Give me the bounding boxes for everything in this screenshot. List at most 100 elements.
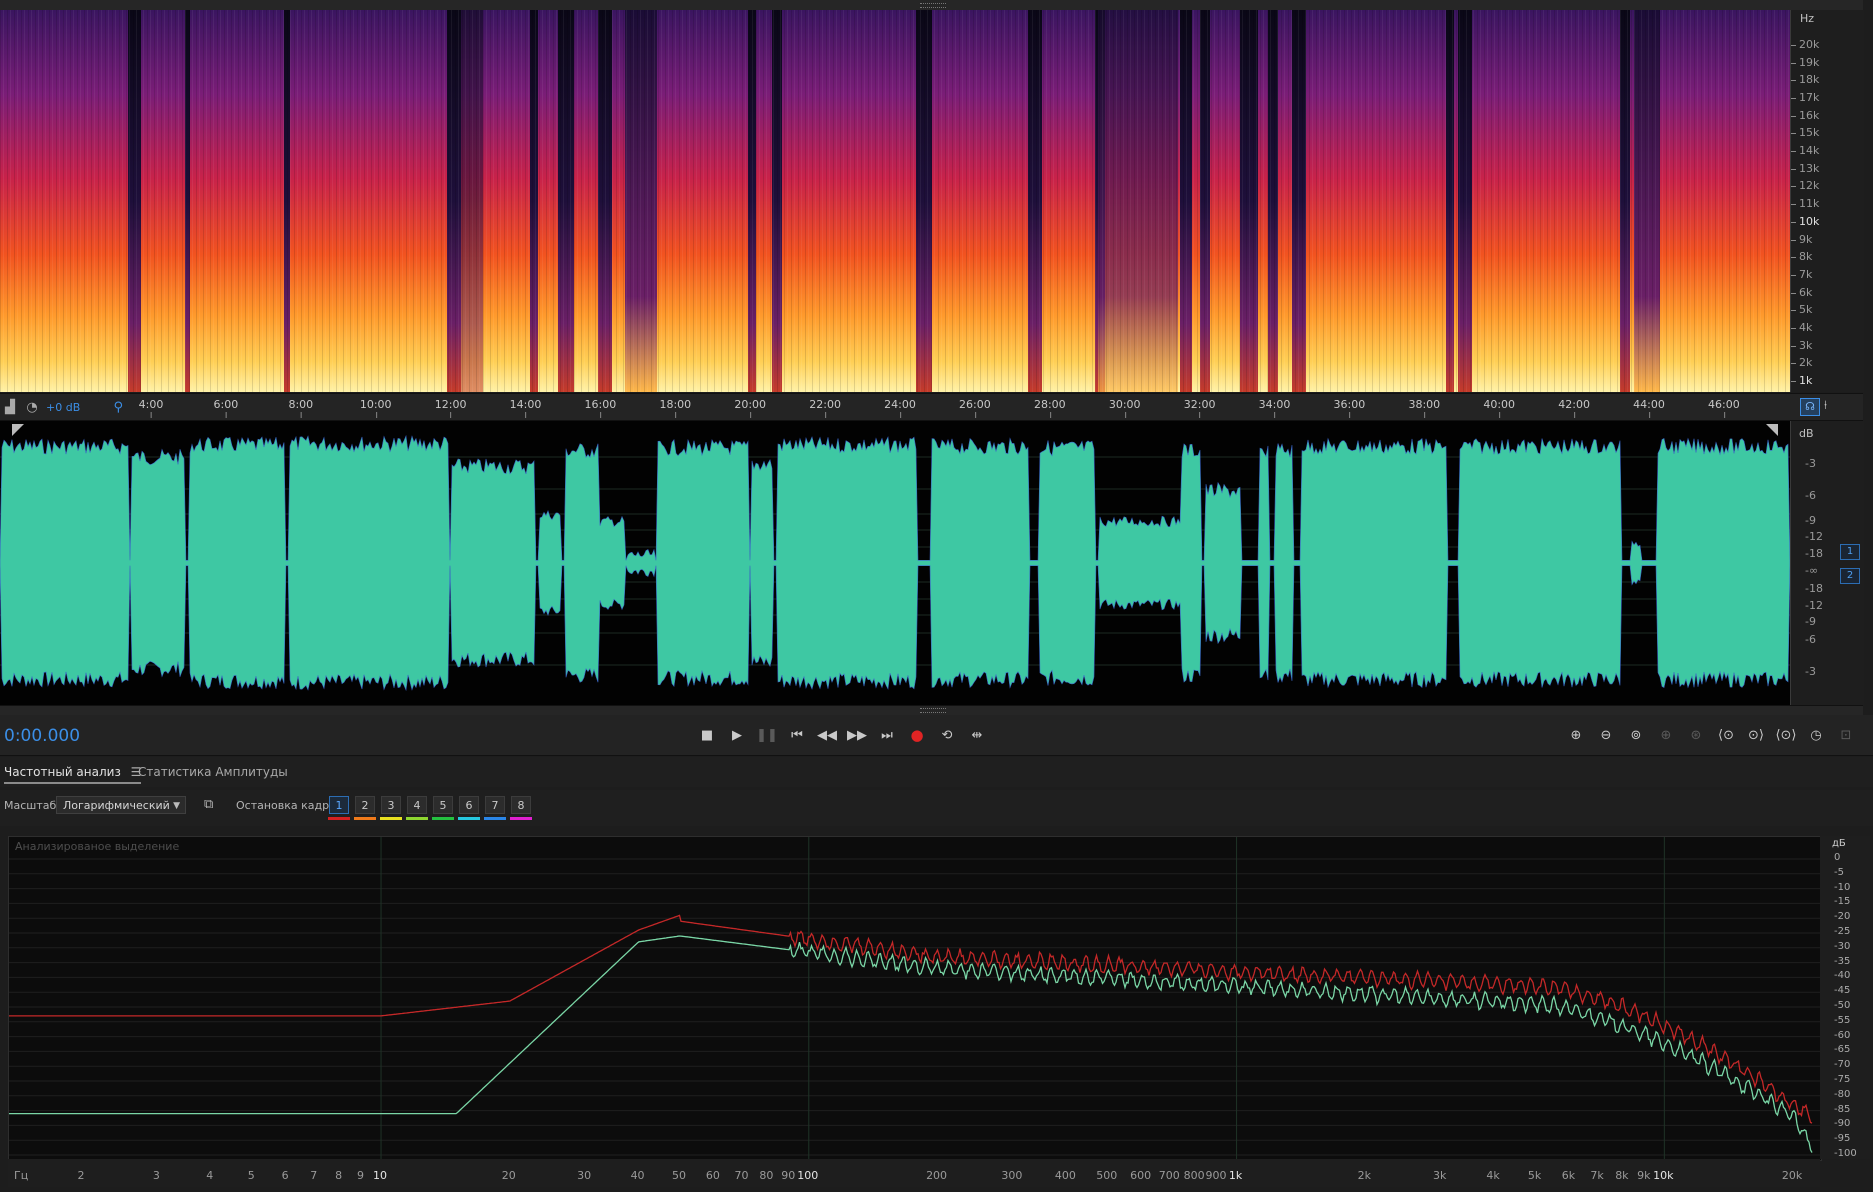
freeze-frame-button-8[interactable]: 8 — [511, 796, 531, 814]
frequency-hz-tick: 4k — [1486, 1169, 1500, 1182]
spectrogram-freq-tick: 7k — [1790, 267, 1813, 281]
frequency-hz-tick: 70 — [734, 1169, 749, 1182]
zoom-in-amplitude-button[interactable]: ⊕ — [1565, 724, 1587, 746]
zoom-in-point-icon: ⊙⟩ — [1748, 727, 1764, 743]
zoom-selection-button[interactable]: ⟨⊙ — [1715, 724, 1737, 746]
frequency-hz-tick: 3k — [1432, 1169, 1447, 1182]
pause-button[interactable]: ❚❚ — [756, 724, 778, 746]
scale-dropdown[interactable]: Логарифмический ▼ — [56, 796, 186, 814]
zoom-out-full-button[interactable]: ⟨⊙⟩ — [1775, 724, 1797, 746]
frequency-hz-tick: 4 — [206, 1169, 214, 1182]
spectrogram-freq-tick: 1k — [1790, 374, 1813, 387]
frequency-db-tick: -65 — [1834, 1044, 1851, 1056]
waveform-db-tick: -18 — [1805, 547, 1823, 560]
frequency-hz-tick: 2k — [1357, 1169, 1372, 1182]
loop-playback-button[interactable]: ⟲ — [936, 724, 958, 746]
timeline-tick: 22:00 — [809, 398, 841, 418]
skip-selection-button[interactable]: ⇹ — [966, 724, 988, 746]
zoom-in-time-button[interactable]: ⊕ — [1655, 724, 1677, 746]
spectrogram-freq-tick: 8k — [1790, 250, 1813, 264]
timeline-tick: 30:00 — [1108, 398, 1141, 418]
copy-icon[interactable]: ⧉ — [204, 797, 213, 812]
zoom-reset-icon: ⊚ — [1630, 727, 1642, 743]
pin-icon[interactable]: ⚲ — [110, 399, 126, 415]
fast-forward-button[interactable]: ▶▶ — [846, 724, 868, 746]
pause-icon: ❚❚ — [756, 727, 778, 743]
tab-frequency-analysis[interactable]: Частотный анализ ☰ — [4, 765, 142, 784]
signal-bars-icon[interactable]: ▟ — [2, 399, 18, 415]
spectrum-curve-red — [9, 914, 1813, 1124]
gain-knob-icon[interactable]: ◔ — [24, 399, 40, 415]
frequency-db-unit: дБ — [1832, 838, 1846, 849]
frequency-hz-tick: 900 — [1205, 1169, 1227, 1182]
rewind-button[interactable]: ◀◀ — [816, 724, 838, 746]
scale-dropdown-value: Логарифмический — [63, 799, 170, 812]
tab-amplitude-statistics[interactable]: Статистика Амплитуды — [138, 765, 288, 779]
timeline-tools: ▟ ◔ +0 dB ⚲ — [2, 398, 126, 416]
gain-value[interactable]: +0 dB — [46, 401, 80, 414]
zoom-out-time-button[interactable]: ⊛ — [1685, 724, 1707, 746]
spectrogram-freq-tick: 9k — [1790, 232, 1813, 246]
spectral-frequency-display[interactable] — [0, 10, 1790, 392]
frequency-hz-tick: 50 — [672, 1169, 687, 1182]
freeze-frame-button-2[interactable]: 2 — [355, 796, 375, 814]
frequency-db-tick: -80 — [1834, 1088, 1851, 1100]
waveform-db-tick: -3 — [1805, 665, 1816, 678]
go-to-end-button[interactable]: ⏭ — [876, 724, 898, 746]
frequency-hz-tick: 600 — [1130, 1169, 1152, 1182]
go-start-icon: ⏮ — [791, 727, 803, 743]
waveform-bottom-resize-handle[interactable] — [0, 705, 1863, 715]
freeze-frame-button-7[interactable]: 7 — [485, 796, 505, 814]
freeze-frame-color-swatch — [328, 817, 350, 820]
spectrogram-freq-tick: 6k — [1790, 285, 1813, 299]
timeline-tick: 46:00 — [1708, 398, 1740, 418]
freeze-frame-button-5[interactable]: 5 — [433, 796, 453, 814]
frequency-hz-tick: 1k — [1228, 1169, 1243, 1182]
go-to-start-button[interactable]: ⏮ — [786, 724, 808, 746]
spectrogram-freq-tick: 13k — [1790, 161, 1820, 175]
freeze-frame-color-swatch — [406, 817, 428, 820]
play-button[interactable]: ▶ — [726, 724, 748, 746]
channel-2-toggle[interactable]: 2 — [1840, 568, 1860, 584]
timeline-tick: 42:00 — [1558, 398, 1590, 418]
freeze-frame-button-6[interactable]: 6 — [459, 796, 479, 814]
frequency-hz-tick: 3 — [152, 1169, 160, 1182]
spectrogram-freq-tick: 16k — [1790, 108, 1820, 122]
waveform-db-ruler: dB -3 -6 -9 -12 -18 -∞ -18 -12 -9 -6 -3 — [1790, 421, 1864, 705]
frequency-db-tick: -20 — [1834, 911, 1851, 923]
waveform-db-tick: -∞ — [1805, 564, 1819, 577]
frequency-db-tick: -35 — [1834, 955, 1851, 967]
record-button[interactable]: ● — [906, 724, 928, 746]
spectrogram-frequency-ruler: 20k 19k 18k 17k 16k 15k 14k 13k 12k 11k 10k 9k 8k 7k 6… — [1790, 10, 1864, 392]
waveform-display[interactable] — [0, 421, 1790, 705]
headphones-icon[interactable]: ☊ — [1800, 398, 1820, 416]
timeline-tick: 12:00 — [434, 398, 467, 418]
frequency-hz-tick: 40 — [630, 1169, 645, 1182]
frequency-db-tick: -85 — [1834, 1103, 1851, 1115]
timeline-ruler[interactable]: 4:00 6:00 8:00 10:00 12:00 14:00 16:00 18:00 20:… — [0, 393, 1863, 421]
spectrogram-freq-tick: 11k — [1790, 197, 1820, 211]
frequency-hz-unit: Гц — [14, 1169, 29, 1182]
spectrogram-freq-tick: 17k — [1790, 91, 1820, 105]
freeze-frame-button-4[interactable]: 4 — [407, 796, 427, 814]
zoom-out-full-icon: ⟨⊙⟩ — [1775, 727, 1797, 743]
timeline-tick: 44:00 — [1633, 398, 1665, 418]
spectrum-curve-green — [9, 935, 1813, 1153]
current-time-readout[interactable]: 0:00.000 — [4, 726, 80, 746]
zoom-history-button[interactable]: ◷ — [1805, 724, 1827, 746]
freeze-frame-label: Остановка кадра: — [236, 799, 340, 812]
freeze-frame-button-3[interactable]: 3 — [381, 796, 401, 814]
zoom-reset-button[interactable]: ⊚ — [1625, 724, 1647, 746]
marker-icon[interactable]: ⍿ — [1824, 398, 1827, 413]
zoom-in-point-button[interactable]: ⊙⟩ — [1745, 724, 1767, 746]
zoom-out-amplitude-button[interactable]: ⊖ — [1595, 724, 1617, 746]
channel-1-toggle[interactable]: 1 — [1840, 544, 1860, 560]
tab-frequency-analysis-label: Частотный анализ — [4, 765, 121, 779]
freeze-frame-button-1[interactable]: 1 — [329, 796, 349, 814]
frequency-analysis-graph[interactable] — [8, 836, 1822, 1161]
stop-button[interactable]: ■ — [696, 724, 718, 746]
go-end-icon: ⏭ — [881, 727, 893, 743]
zoom-fit-button[interactable]: ⊡ — [1835, 724, 1857, 746]
frequency-db-tick: -5 — [1834, 866, 1844, 878]
spectrogram-unit-label: Hz — [1800, 12, 1815, 25]
